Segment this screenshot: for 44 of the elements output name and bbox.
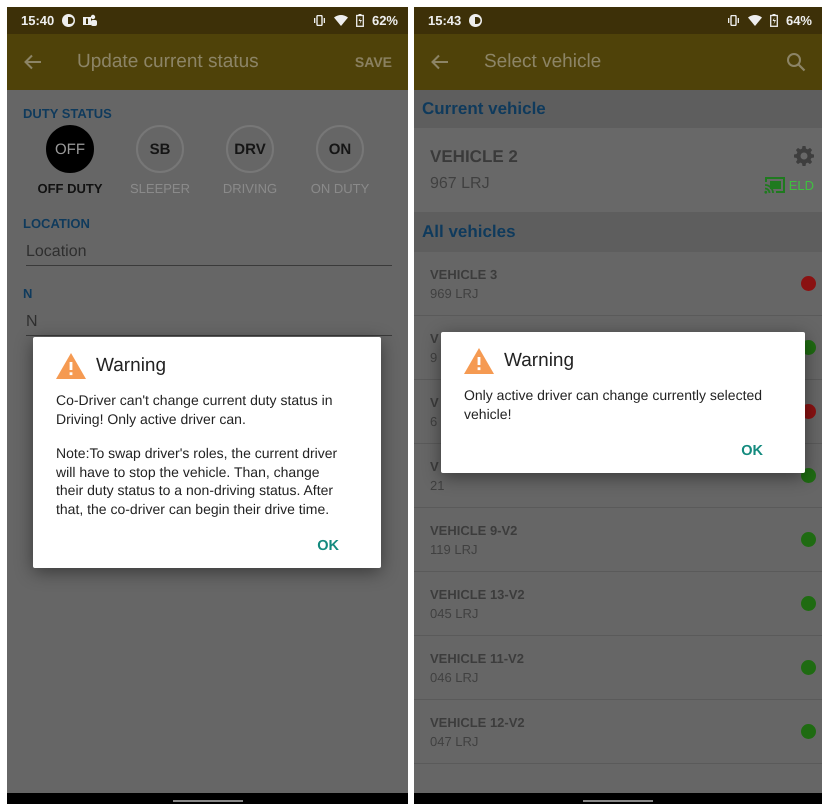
clock-time: 15:43 — [428, 13, 462, 28]
back-arrow-icon[interactable] — [23, 52, 43, 72]
battery-percent: 64% — [786, 13, 812, 28]
vibrate-icon — [312, 15, 326, 26]
search-icon[interactable] — [786, 52, 806, 72]
people-icon — [83, 14, 98, 27]
battery-icon — [770, 14, 778, 27]
settings-icon[interactable] — [794, 146, 814, 166]
section-label: DUTY STATUS — [23, 106, 113, 121]
warning-icon — [464, 348, 494, 374]
status-toggle[interactable]: SB — [136, 125, 184, 173]
dialog-title: Warning — [504, 350, 574, 372]
wifi-icon — [748, 15, 762, 26]
back-arrow-icon[interactable] — [430, 52, 450, 72]
home-handle[interactable] — [172, 800, 242, 802]
section-header: All vehicles — [414, 212, 822, 252]
battery-icon — [356, 14, 364, 27]
screen-title: Update current status — [77, 51, 260, 73]
notification-icon — [469, 14, 482, 27]
field-label: N — [23, 286, 34, 301]
field-label: LOCATION — [23, 216, 91, 231]
save-action[interactable]: SAVE — [354, 54, 392, 70]
input-field[interactable]: Location — [26, 243, 392, 266]
dialog-message: Only active driver can change currently selected vehicle! — [464, 386, 764, 423]
eld-label: ELD — [788, 178, 814, 192]
dialog-title: Warning — [96, 355, 166, 377]
status-toggle[interactable]: DRV — [226, 125, 274, 173]
dialog-message: Note:To swap driver's roles, the current driver will have to stop the vehicle. Than, change their duty status to a non-driving status. After that, the co-driver can begin their drive time. — [56, 444, 338, 518]
ok-button[interactable]: OK — [309, 534, 347, 558]
input-field[interactable]: N — [26, 313, 392, 336]
screen-title: Select vehicle — [484, 51, 602, 73]
battery-percent: 62% — [372, 13, 398, 28]
vibrate-icon — [726, 15, 740, 26]
warning-icon — [56, 353, 86, 379]
notification-icon — [62, 14, 76, 27]
section-header: Current vehicle — [414, 90, 822, 128]
home-handle[interactable] — [583, 800, 653, 802]
status-label: OFF DUTY — [38, 181, 102, 196]
clock-time: 15:40 — [21, 13, 54, 28]
wifi-icon — [334, 15, 348, 26]
cast-icon — [764, 176, 786, 194]
status-toggle[interactable]: OFF — [46, 125, 94, 173]
dialog-message: Co-Driver can't change current duty status in Driving! Only active driver can. — [56, 391, 334, 428]
status-toggle[interactable]: ON — [316, 125, 364, 173]
